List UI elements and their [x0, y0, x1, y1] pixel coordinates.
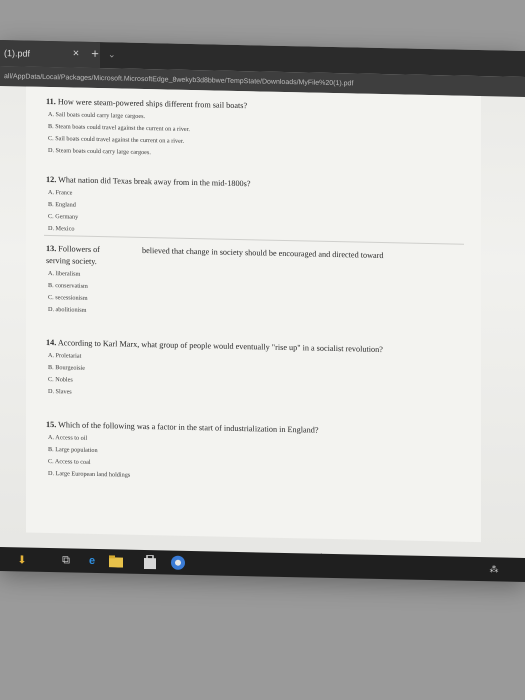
address-text: all/AppData/Local/Packages/Microsoft.Mic… [4, 72, 354, 87]
question-15: 15. Which of the following was a factor … [46, 420, 318, 488]
option-b: B. Large population [48, 446, 98, 455]
option-a: A. Access to oil [48, 434, 88, 442]
option-b: B. England [48, 201, 76, 209]
question-number: 11. [46, 96, 56, 107]
option-c: C. secessionism [48, 294, 88, 302]
file-explorer-icon[interactable] [108, 553, 124, 569]
tab-dropdown-icon[interactable]: ⌄ [108, 47, 120, 61]
taskview-icon[interactable]: ⧉ [58, 552, 74, 568]
question-number: 13. [46, 243, 57, 254]
new-tab-button[interactable]: + [88, 46, 102, 61]
tab-title: (1).pdf [4, 48, 31, 59]
answer-blank [102, 252, 140, 253]
option-c: C. Access to coal [48, 458, 91, 466]
option-d: D. Mexico [48, 225, 75, 233]
download-icon[interactable]: ⬇ [14, 551, 30, 567]
option-b: B. Bourgeoisie [48, 364, 86, 372]
option-a: A. liberalism [48, 270, 81, 278]
question-14: 14. According to Karl Marx, what group o… [46, 338, 383, 407]
question-number: 15. [46, 419, 57, 430]
option-d: D. Large European land holdings [48, 470, 131, 479]
edge-icon[interactable]: e [84, 553, 100, 569]
option-c: C. Nobles [48, 376, 73, 384]
option-a: A. France [48, 189, 73, 197]
question-text-part-1: Followers of [58, 244, 100, 255]
option-d: D. abolitionism [48, 306, 87, 314]
question-text: According to Karl Marx, what group of pe… [57, 338, 383, 355]
option-c: C. Sail boats could travel against the c… [48, 135, 185, 145]
question-text: What nation did Texas break away from in… [58, 175, 251, 189]
question-number: 12. [46, 174, 57, 185]
option-a: A. Proletariat [48, 352, 82, 360]
store-icon[interactable] [142, 554, 158, 570]
divider [44, 234, 464, 245]
option-b: B. Steam boats could travel against the … [48, 123, 190, 133]
option-d: D. Slaves [48, 388, 72, 396]
question-text: Which of the following was a factor in t… [58, 420, 319, 435]
close-tab-icon[interactable]: × [70, 47, 82, 60]
chrome-icon[interactable] [170, 555, 186, 571]
option-b: B. conservatism [48, 282, 88, 290]
pdf-page: 11. How were steam-powered ships differe… [26, 86, 481, 543]
network-tray-icon[interactable]: ⁂ [486, 561, 502, 577]
screen: (1).pdf × + ⌄ all/AppData/Local/Packages… [0, 40, 525, 582]
question-11: 11. How were steam-powered ships differe… [46, 97, 247, 163]
option-a: A. Sail boats could carry large cargoes. [48, 111, 146, 121]
question-text: How were steam-powered ships different f… [57, 97, 248, 111]
taskbar: ⬇ ⧉ e ⁂ [0, 547, 525, 582]
question-12: 12. What nation did Texas break away fro… [46, 175, 250, 241]
question-number: 14. [46, 337, 57, 348]
browser-tab[interactable]: (1).pdf [0, 40, 100, 69]
question-13: 13. Followers of believed that change in… [46, 244, 383, 325]
option-c: C. Germany [48, 213, 79, 221]
option-d: D. Steam boats could carry large cargoes… [48, 147, 151, 157]
